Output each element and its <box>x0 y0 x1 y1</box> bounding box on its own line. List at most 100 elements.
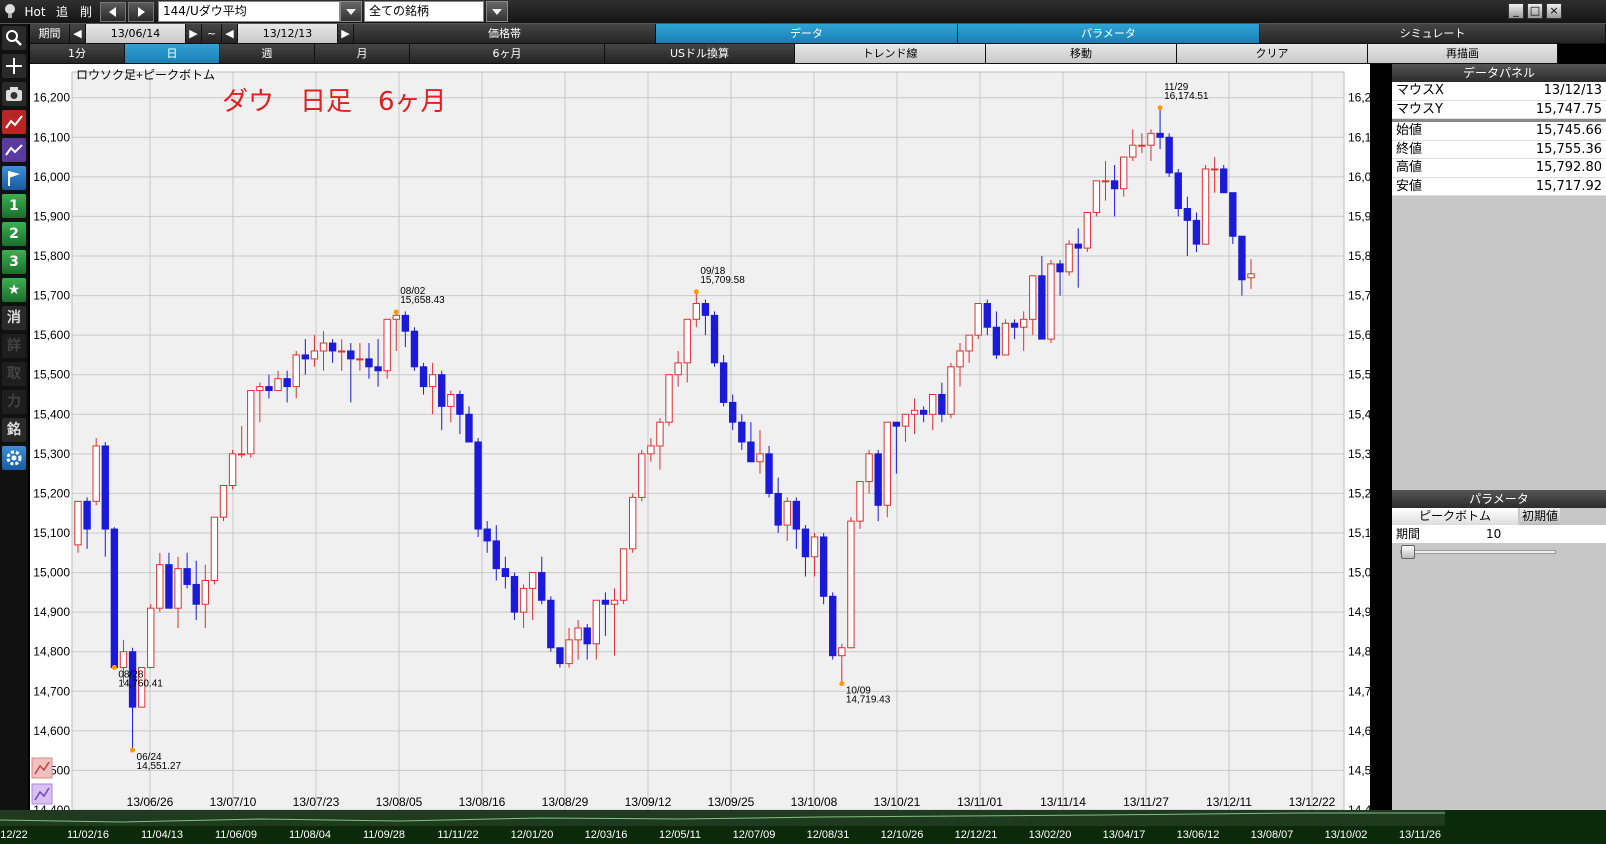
close-button[interactable]: × <box>1546 3 1562 19</box>
navigator-strip[interactable]: 12/22 11/02/16 11/04/13 11/06/09 11/08/04 11/… <box>0 810 1606 844</box>
candle[interactable] <box>547 596 555 652</box>
hot-button[interactable]: Hot <box>22 2 48 22</box>
universe-dropdown[interactable] <box>486 1 508 22</box>
candle[interactable] <box>829 592 837 660</box>
candle[interactable] <box>719 354 728 407</box>
tab-1min[interactable]: 1分 <box>30 44 125 64</box>
chart-area[interactable]: 14,400 14,500 14,600 14,700 14,800 14,900 15,0… <box>30 64 1385 817</box>
trend-line-button[interactable]: トレンド線 <box>795 44 986 64</box>
tab-6months[interactable]: 6ヶ月 <box>410 44 605 64</box>
candle[interactable] <box>947 362 955 419</box>
preset-1-button[interactable]: 1 <box>2 194 26 218</box>
tab-simulate[interactable]: シミュレート <box>1260 24 1606 44</box>
flag-icon[interactable] <box>2 166 26 190</box>
y-tick-label-left: 15,300 <box>33 447 70 461</box>
to-next-button[interactable]: ▶ <box>338 24 354 44</box>
candle[interactable] <box>819 533 828 605</box>
tab-peak-bottom[interactable]: ピークボトム <box>1392 508 1518 525</box>
candle[interactable] <box>383 318 391 379</box>
candle[interactable] <box>1083 211 1092 253</box>
add-button[interactable]: 追 <box>52 2 72 22</box>
lightbulb-icon[interactable] <box>2 2 18 22</box>
y-tick-label-right: 15,600 <box>1348 328 1370 342</box>
tab-month[interactable]: 月 <box>315 44 410 64</box>
preset-3-button[interactable]: 3 <box>2 250 26 274</box>
delete-button[interactable]: 削 <box>76 2 96 22</box>
indicator-chart-icon[interactable] <box>2 138 26 162</box>
candle[interactable] <box>247 390 255 458</box>
period-slider[interactable] <box>1392 543 1606 561</box>
to-date-input[interactable]: 13/12/13 <box>238 24 338 44</box>
crosshair-icon[interactable] <box>2 54 26 78</box>
redraw-button[interactable]: 再描画 <box>1368 44 1558 64</box>
candle[interactable] <box>110 527 119 669</box>
symbol-input[interactable]: 144/Uダウ平均 <box>158 1 340 22</box>
candle[interactable] <box>765 445 773 498</box>
candle[interactable] <box>219 485 228 522</box>
maximize-button[interactable]: □ <box>1527 3 1543 19</box>
candle[interactable] <box>1047 259 1055 344</box>
tab-parameters[interactable]: パラメータ <box>958 24 1260 44</box>
stock-button[interactable]: 銘 <box>2 418 26 442</box>
tab-week[interactable]: 週 <box>220 44 315 64</box>
prev-symbol-button[interactable] <box>100 2 126 22</box>
candle[interactable] <box>1229 192 1237 245</box>
next-symbol-button[interactable] <box>128 2 154 22</box>
y-tick-label-left: 15,000 <box>33 566 70 580</box>
from-next-button[interactable]: ▶ <box>186 24 202 44</box>
candle[interactable] <box>847 517 855 649</box>
candle[interactable] <box>474 438 482 537</box>
slider-knob[interactable] <box>1401 545 1415 559</box>
line-chart-icon[interactable] <box>2 110 26 134</box>
clear-button[interactable]: クリア <box>1177 44 1368 64</box>
tab-price-band[interactable]: 価格帯 <box>354 24 656 44</box>
gear-icon[interactable] <box>2 446 26 470</box>
period-label: 期間 <box>30 24 70 44</box>
candle[interactable] <box>210 516 219 585</box>
x-tick-label: 13/11/14 <box>1040 795 1086 809</box>
to-prev-button[interactable]: ◀ <box>222 24 238 44</box>
candle[interactable] <box>1220 164 1228 194</box>
tab-data[interactable]: データ <box>656 24 958 44</box>
reset-default-button[interactable]: 初期値 <box>1520 508 1560 525</box>
candle[interactable] <box>228 449 237 490</box>
tab-day[interactable]: 日 <box>125 44 220 64</box>
candle[interactable] <box>628 493 637 553</box>
candle[interactable] <box>92 438 100 506</box>
x-tick-label: 13/08/29 <box>542 795 589 809</box>
candle[interactable] <box>147 604 155 669</box>
candle[interactable] <box>638 449 646 502</box>
candlestick-chart[interactable]: 14,400 14,500 14,600 14,700 14,800 14,900 15,0… <box>30 64 1385 817</box>
candle[interactable] <box>1065 240 1073 276</box>
universe-select[interactable]: 全ての銘柄 <box>364 1 484 22</box>
symbol-dropdown[interactable] <box>340 1 362 22</box>
candle[interactable] <box>619 548 628 605</box>
candle[interactable] <box>974 302 982 340</box>
star-icon[interactable]: ★ <box>2 278 26 302</box>
navigator-date: 11/11/22 <box>437 829 478 841</box>
candle[interactable] <box>1165 133 1173 177</box>
candle[interactable] <box>74 500 82 553</box>
candle[interactable] <box>1001 319 1010 356</box>
period-param-input[interactable]: 10 <box>1486 525 1556 543</box>
candle[interactable] <box>410 327 419 371</box>
camera-icon[interactable] <box>2 82 26 106</box>
from-date-input[interactable]: 13/06/14 <box>86 24 186 44</box>
detail-button[interactable]: 詳 <box>2 334 26 358</box>
candle[interactable] <box>1092 180 1101 217</box>
from-prev-button[interactable]: ◀ <box>70 24 86 44</box>
erase-button[interactable]: 消 <box>2 306 26 330</box>
trade-button[interactable]: 取 <box>2 362 26 386</box>
minimize-button[interactable]: _ <box>1508 3 1524 19</box>
candle[interactable] <box>1201 164 1210 245</box>
preset-2-button[interactable]: 2 <box>2 222 26 246</box>
usd-convert-button[interactable]: USドル換算 <box>605 44 795 64</box>
search-icon[interactable] <box>2 26 26 50</box>
chart-legend: ロウソク足+ピークボトム <box>76 68 215 82</box>
candle[interactable] <box>710 311 719 367</box>
move-button[interactable]: 移動 <box>986 44 1177 64</box>
power-button[interactable]: 力 <box>2 390 26 414</box>
app-window: Hot 追 削 144/Uダウ平均 全ての銘柄 _ □ × 期間 ◀ 13/06… <box>0 0 1606 844</box>
candle[interactable] <box>665 374 673 427</box>
candle[interactable] <box>883 421 891 518</box>
